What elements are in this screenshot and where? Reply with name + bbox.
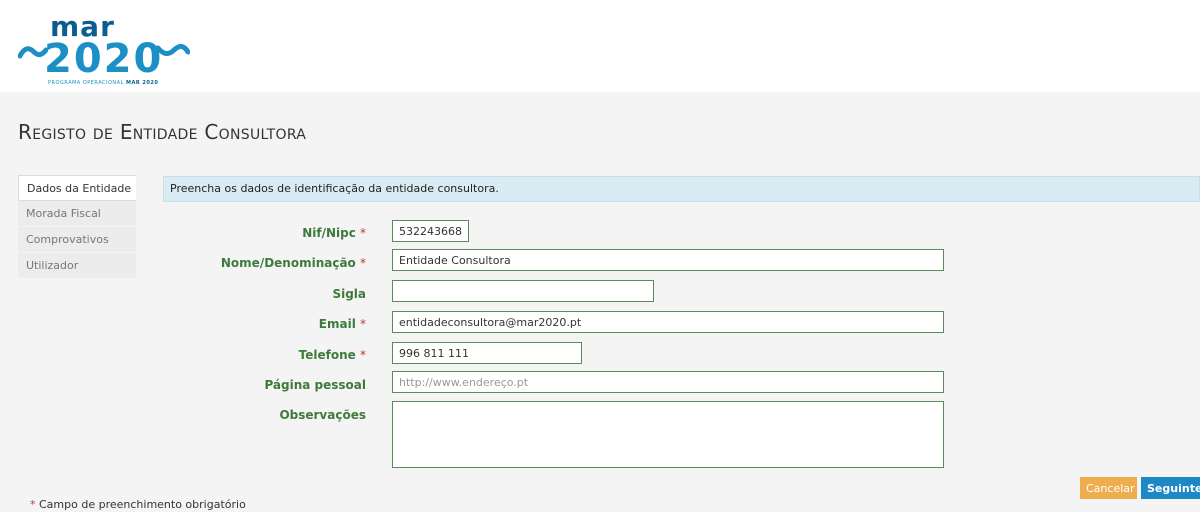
mar2020-logo[interactable]: mar 2020 PROGRAMA OPERACIONAL MAR 2020 [18,10,193,90]
observacoes-label: Observações [279,408,366,422]
nome-label: Nome/Denominação * [220,256,366,270]
main-content: Registo de Entidade Consultora Dados da … [0,92,1200,512]
cancel-button[interactable]: Cancelar [1080,477,1137,499]
logo-year: 2020 [44,36,164,82]
pagina-pessoal-field[interactable] [392,371,944,393]
next-button[interactable]: Seguinte [1141,477,1200,499]
observacoes-field[interactable] [392,401,944,468]
nome-field[interactable] [392,249,944,271]
sigla-field[interactable] [392,280,654,302]
email-field[interactable] [392,311,944,333]
tab-dados-entidade[interactable]: Dados da Entidade [18,175,136,201]
nif-label: Nif/Nipc * [302,226,366,240]
pagina-pessoal-label: Página pessoal [264,378,366,392]
info-message: Preencha os dados de identificação da en… [163,176,1200,202]
email-label: Email * [318,317,366,331]
logo-subtitle: PROGRAMA OPERACIONAL MAR 2020 [48,80,159,86]
header: mar 2020 PROGRAMA OPERACIONAL MAR 2020 [0,0,1200,92]
nif-field[interactable] [392,220,469,242]
page-title: Registo de Entidade Consultora [18,120,307,144]
required-footnote: * Campo de preenchimento obrigatório [30,498,246,511]
telefone-label: Telefone * [298,348,366,362]
tab-morada-fiscal[interactable]: Morada Fiscal [18,201,136,227]
wave-right-icon [156,44,190,56]
telefone-field[interactable] [392,342,582,364]
sigla-label: Sigla [332,287,366,301]
